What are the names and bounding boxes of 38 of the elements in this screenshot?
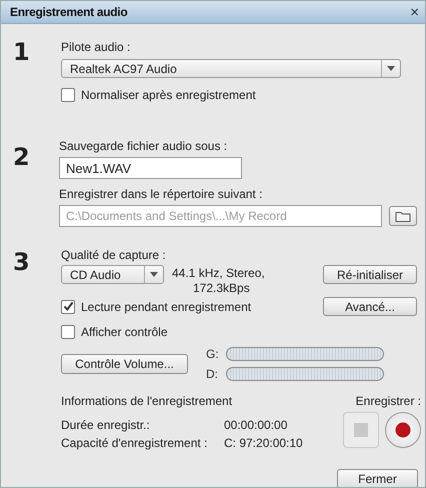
driver-dropdown[interactable]: Realtek AC97 Audio	[61, 59, 401, 78]
format-info: 44.1 kHz, Stereo, 172.3kBps	[172, 266, 265, 296]
checkbox[interactable]	[61, 325, 75, 339]
step-number: 1	[13, 39, 31, 68]
advanced-button[interactable]: Avancé...	[323, 297, 417, 316]
checkbox-label: Normaliser après enregistrement	[81, 88, 256, 102]
record-icon	[395, 422, 411, 438]
file-name-field[interactable]: New1.WAV	[59, 157, 242, 179]
field-label: Sauvegarde fichier audio sous :	[59, 138, 228, 154]
caret-icon	[150, 272, 158, 277]
close-icon[interactable]: ×	[410, 4, 419, 20]
caret-icon	[387, 66, 395, 71]
browse-button[interactable]	[389, 206, 417, 226]
record-button[interactable]	[385, 412, 421, 448]
close-button[interactable]: Fermer	[337, 469, 418, 487]
info-label: Capacité d'enregistrement :	[61, 435, 208, 451]
step-number: 2	[13, 144, 31, 173]
volume-control-button[interactable]: Contrôle Volume...	[61, 354, 188, 374]
checkbox[interactable]	[61, 88, 75, 102]
record-label: Enregistrer :	[356, 393, 421, 409]
section-title: Informations de l'enregistrement	[61, 393, 234, 409]
stop-icon	[354, 423, 368, 437]
checkbox-label: Afficher contrôle	[81, 325, 168, 339]
field-label: Qualité de capture :	[61, 247, 167, 263]
step-number: 3	[13, 249, 31, 278]
quality-dropdown[interactable]: CD Audio	[61, 265, 164, 284]
channel-label: G:	[206, 347, 220, 361]
field-label: Pilote audio :	[61, 39, 132, 55]
checkbox[interactable]	[61, 300, 75, 314]
info-value: C: 97:20:00:10	[224, 435, 303, 451]
reset-button[interactable]: Ré-initialiser	[323, 265, 417, 284]
info-label: Durée enregistr.:	[61, 417, 151, 433]
folder-icon	[395, 210, 411, 222]
window-title: Enregistrement audio	[10, 5, 128, 19]
field-label: Enregistrer dans le répertoire suivant :	[59, 186, 264, 202]
info-value: 00:00:00:00	[224, 417, 288, 433]
channel-label: D:	[206, 367, 219, 381]
checkbox-label: Lecture pendant enregistrement	[81, 300, 252, 314]
